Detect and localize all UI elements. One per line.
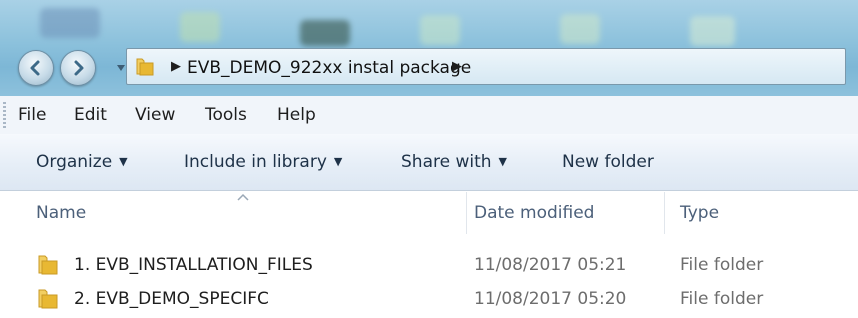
back-arrow-icon (30, 60, 40, 76)
column-header-date-label: Date modified (474, 203, 595, 223)
menu-help[interactable]: Help (277, 105, 316, 125)
column-header-type[interactable]: Type (665, 190, 858, 236)
file-row[interactable]: 2. EVB_DEMO_SPECIFC 11/08/2017 05:20 Fil… (0, 286, 858, 318)
chevron-down-icon: ▼ (119, 155, 128, 168)
menu-grip (3, 102, 6, 128)
menu-edit[interactable]: Edit (74, 105, 107, 125)
breadcrumb-separator-icon[interactable]: ▶ (171, 59, 181, 74)
menu-file[interactable]: File (18, 105, 46, 125)
column-header-date-modified[interactable]: Date modified (467, 190, 663, 236)
history-dropdown-icon[interactable] (117, 65, 125, 71)
chevron-down-icon: ▼ (498, 155, 507, 168)
file-name[interactable]: 1. EVB_INSTALLATION_FILES (74, 255, 313, 275)
include-in-library-button[interactable]: Include in library ▼ (184, 152, 342, 172)
back-button[interactable] (18, 50, 54, 86)
background-blur (180, 12, 220, 42)
column-header-type-label: Type (680, 203, 720, 223)
address-bar[interactable]: ▶ EVB_DEMO_922xx instal package ▶ (126, 48, 846, 85)
file-row[interactable]: 1. EVB_INSTALLATION_FILES 11/08/2017 05:… (0, 252, 858, 284)
breadcrumb-separator-icon[interactable]: ▶ (452, 59, 462, 74)
file-date-modified: 11/08/2017 05:21 (474, 255, 627, 275)
menu-bar: File Edit View Tools Help (0, 96, 858, 135)
forward-button[interactable] (60, 50, 96, 86)
folder-icon (38, 255, 58, 275)
file-name[interactable]: 2. EVB_DEMO_SPECIFC (74, 289, 269, 309)
menu-view[interactable]: View (135, 105, 175, 125)
file-date-modified: 11/08/2017 05:20 (474, 289, 627, 309)
chevron-down-icon: ▼ (333, 155, 343, 168)
file-type: File folder (680, 255, 764, 275)
include-in-library-label: Include in library (184, 152, 327, 172)
menu-tools[interactable]: Tools (205, 105, 247, 125)
breadcrumb-path[interactable]: EVB_DEMO_922xx instal package (187, 58, 471, 78)
share-with-button[interactable]: Share with ▼ (401, 152, 507, 172)
folder-icon (136, 58, 154, 76)
new-folder-button[interactable]: New folder (562, 152, 654, 172)
background-blur (40, 8, 100, 38)
folder-icon (38, 289, 58, 309)
background-blur (300, 20, 350, 46)
column-header-name[interactable]: Name (0, 190, 466, 236)
background-blur (690, 16, 735, 46)
background-blur (560, 14, 600, 44)
background-blur (420, 15, 460, 45)
column-header-name-label: Name (36, 203, 87, 223)
address-band: ▶ EVB_DEMO_922xx instal package ▶ (0, 0, 858, 96)
command-bar: Organize ▼ Include in library ▼ Share with… (0, 134, 858, 191)
organize-button[interactable]: Organize ▼ (36, 152, 128, 172)
forward-arrow-icon (74, 60, 84, 76)
share-with-label: Share with (401, 152, 492, 172)
organize-label: Organize (36, 152, 113, 172)
file-type: File folder (680, 289, 764, 309)
